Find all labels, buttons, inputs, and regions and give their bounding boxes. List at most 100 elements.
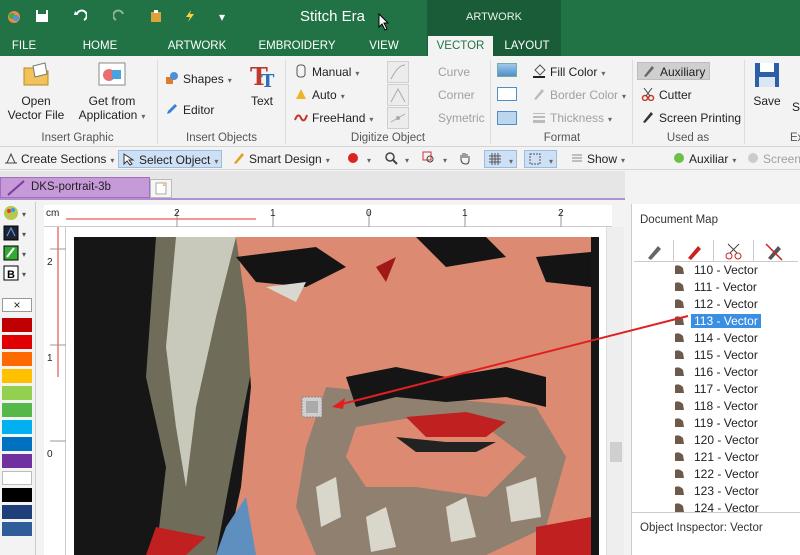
color-swatch[interactable]: [2, 369, 32, 383]
color-swatch[interactable]: [2, 403, 32, 417]
zoom-tool[interactable]: ▾: [384, 150, 409, 168]
thickness-button[interactable]: Thickness ▾: [532, 109, 612, 127]
tab-layout[interactable]: LAYOUT: [496, 36, 558, 56]
tree-item-label: 112 - Vector: [694, 297, 758, 311]
smart-design-button[interactable]: Smart Design ▾: [232, 150, 330, 168]
fill-color-button[interactable]: Fill Color ▾: [532, 63, 605, 81]
tree-item[interactable]: 121 - Vector: [674, 449, 762, 466]
tab-vector[interactable]: VECTOR: [428, 36, 493, 56]
redo-icon[interactable]: [112, 9, 128, 25]
curve-node-icon[interactable]: [387, 61, 409, 83]
canvas-vertical-scrollbar[interactable]: [606, 227, 624, 555]
corner-node-icon[interactable]: [387, 84, 409, 106]
get-from-application-button[interactable]: Get from Application ▾: [74, 60, 150, 124]
color-swatch[interactable]: [2, 471, 32, 485]
color-swatch[interactable]: [2, 488, 32, 502]
scrollbar-thumb[interactable]: [610, 442, 622, 462]
smart-design-icon: [232, 151, 246, 165]
palette-tool-b-icon[interactable]: B ▾: [2, 264, 30, 282]
grid-tool[interactable]: ▾: [484, 150, 518, 168]
tree-item[interactable]: 116 - Vector: [674, 364, 761, 381]
tab-embroidery[interactable]: EMBROIDERY: [255, 36, 339, 56]
svg-text:▾: ▾: [22, 250, 26, 259]
no-color-swatch[interactable]: ×: [2, 298, 32, 312]
border-style-icon[interactable]: [497, 87, 517, 101]
app-logo-icon[interactable]: [6, 9, 22, 25]
editor-button[interactable]: Editor: [165, 101, 214, 119]
col-nocut-icon[interactable]: [754, 240, 794, 262]
cutter-button[interactable]: Cutter: [641, 86, 692, 104]
customize-quick-access-icon[interactable]: ▾: [214, 9, 230, 25]
color-swatch[interactable]: [2, 437, 32, 451]
tree-item[interactable]: 115 - Vector: [674, 347, 761, 364]
tree-item[interactable]: 120 - Vector: [674, 432, 762, 449]
tab-view[interactable]: VIEW: [360, 36, 408, 56]
screen-toggle[interactable]: Screen: [746, 150, 800, 168]
save-button[interactable]: Save: [750, 60, 784, 108]
auxiliary-button[interactable]: Auxiliary: [637, 62, 711, 80]
color-swatch[interactable]: [2, 318, 32, 332]
auxiliar-toggle[interactable]: Auxiliar ▾: [672, 150, 736, 168]
symetric-button[interactable]: Symetric: [438, 109, 485, 127]
color-swatch[interactable]: [2, 352, 32, 366]
tree-item[interactable]: 110 - Vector: [674, 262, 761, 279]
shapes-button[interactable]: Shapes ▾: [165, 70, 232, 88]
design-canvas[interactable]: [66, 227, 606, 555]
zoom-area-tool[interactable]: ▾: [422, 150, 447, 168]
create-sections-button[interactable]: Create Sections ▾: [4, 150, 114, 168]
tree-item[interactable]: 118 - Vector: [674, 398, 761, 415]
tree-item[interactable]: 122 - Vector: [674, 466, 762, 483]
thickness-style-icon[interactable]: [497, 111, 517, 125]
select-object-button[interactable]: Select Object ▾: [118, 150, 223, 168]
document-tab[interactable]: DKS-portrait-3b: [0, 177, 150, 198]
col-pen-icon[interactable]: [634, 240, 674, 262]
col-scissors-icon[interactable]: [714, 240, 754, 262]
tree-item[interactable]: 124 - Vector: [674, 500, 762, 517]
color-swatch[interactable]: [2, 522, 32, 536]
pan-tool[interactable]: [458, 150, 475, 168]
color-swatch[interactable]: [2, 454, 32, 468]
document-map-panel: Document Map 110 - Vector 111 - Vector 112…: [631, 204, 800, 555]
lightning-icon[interactable]: [182, 9, 198, 25]
col-brush-icon[interactable]: [674, 240, 714, 262]
color-swatch[interactable]: [2, 335, 32, 349]
palette-tool-fill-icon[interactable]: ▾: [2, 224, 30, 242]
tree-item[interactable]: 112 - Vector: [674, 296, 761, 313]
new-document-tab-button[interactable]: [150, 179, 172, 198]
screen-printing-button[interactable]: Screen Printing: [641, 109, 741, 127]
text-button[interactable]: TT Text: [244, 60, 280, 108]
tree-item[interactable]: 113 - Vector: [674, 313, 761, 330]
color-swatch[interactable]: [2, 420, 32, 434]
tree-item-label: 115 - Vector: [694, 348, 758, 362]
snap-tool[interactable]: ▾: [524, 150, 558, 168]
fill-style-icon[interactable]: [497, 63, 517, 77]
symetric-node-icon[interactable]: [387, 107, 409, 129]
show-button[interactable]: Show ▾: [570, 150, 625, 168]
open-vector-file-button[interactable]: Open Vector File: [6, 60, 66, 122]
palette-tool-colors-icon[interactable]: ▾: [2, 204, 30, 222]
border-color-button[interactable]: Border Color ▾: [532, 86, 626, 104]
curve-button[interactable]: Curve: [438, 63, 470, 81]
tree-item[interactable]: 123 - Vector: [674, 483, 762, 500]
auto-button[interactable]: Auto ▾: [294, 86, 345, 104]
save-quick-icon[interactable]: [34, 9, 50, 25]
tree-item[interactable]: 119 - Vector: [674, 415, 761, 432]
color-swatch[interactable]: [2, 386, 32, 400]
tab-home[interactable]: HOME: [70, 36, 130, 56]
tab-file[interactable]: FILE: [4, 36, 44, 56]
svg-text:T: T: [261, 71, 275, 90]
save-as-button-partial[interactable]: S: [792, 100, 800, 114]
tree-item[interactable]: 117 - Vector: [674, 381, 761, 398]
palette-tool-pen-icon[interactable]: ▾: [2, 244, 30, 262]
thickness-lines-icon: [532, 110, 546, 124]
tree-item[interactable]: 111 - Vector: [674, 279, 760, 296]
freehand-button[interactable]: FreeHand ▾: [294, 109, 373, 127]
tab-artwork[interactable]: ARTWORK: [160, 36, 234, 56]
color-picker-tool[interactable]: ▾: [346, 150, 371, 168]
undo-icon[interactable]: [72, 9, 88, 25]
corner-button[interactable]: Corner: [438, 86, 475, 104]
color-swatch[interactable]: [2, 505, 32, 519]
tree-item[interactable]: 114 - Vector: [674, 330, 761, 347]
manual-button[interactable]: Manual ▾: [294, 63, 359, 81]
clipboard-icon[interactable]: [148, 9, 164, 25]
